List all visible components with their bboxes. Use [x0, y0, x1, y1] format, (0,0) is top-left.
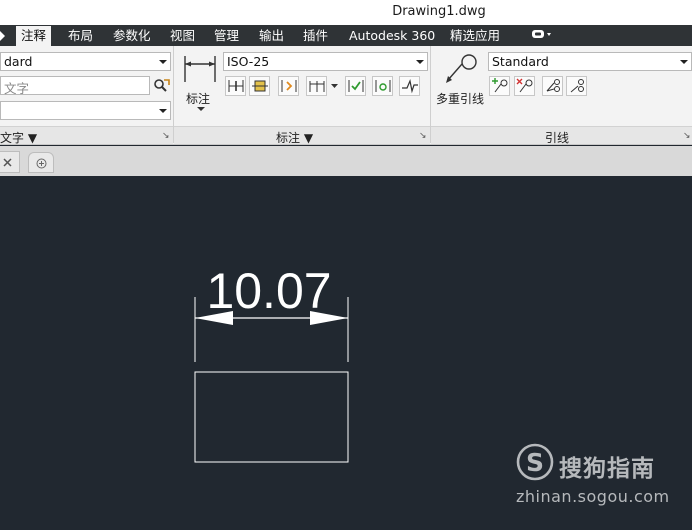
- collect-leaders-button[interactable]: [566, 76, 587, 96]
- multileader-style-select[interactable]: Standard: [488, 52, 692, 71]
- text-style-value: dard: [4, 54, 33, 69]
- ribbon-tab-bar: 注释 布局 参数化 视图 管理 输出 插件 Autodesk 360 精选应用: [0, 25, 692, 46]
- sogou-logo-icon: S: [516, 443, 554, 481]
- tab-view[interactable]: 视图: [170, 25, 195, 46]
- close-drawing-tab-button[interactable]: [0, 151, 20, 173]
- linear-dimension-icon[interactable]: [183, 52, 217, 86]
- tab-featured-apps[interactable]: 精选应用: [450, 25, 500, 46]
- tab-annotate[interactable]: 注释: [16, 26, 52, 46]
- leader-panel-footer[interactable]: 引线 ↘: [431, 126, 692, 145]
- leader-panel-launcher-icon[interactable]: ↘: [683, 131, 691, 141]
- chevron-down-icon[interactable]: [197, 107, 205, 112]
- find-text-input[interactable]: 文字: [0, 76, 150, 96]
- text-panel-footer[interactable]: 文字 ▼ ↘: [0, 126, 173, 145]
- tab-plugins[interactable]: 插件: [303, 25, 328, 46]
- chevron-down-icon: [159, 109, 167, 113]
- document-tab-strip: [0, 146, 692, 176]
- plus-icon: [36, 158, 47, 169]
- tab-output[interactable]: 输出: [259, 25, 284, 46]
- align-leaders-button[interactable]: [542, 76, 563, 96]
- dim-inspect-button[interactable]: [278, 76, 299, 96]
- multileader-style-value: Standard: [492, 54, 549, 69]
- text-height-select[interactable]: [0, 101, 171, 120]
- close-icon: [3, 158, 12, 167]
- remove-leader-button[interactable]: [514, 76, 535, 96]
- dim-break-icon: [228, 80, 244, 92]
- document-title: Drawing1.dwg: [392, 4, 486, 19]
- tab-manage[interactable]: 管理: [214, 25, 239, 46]
- multileader-button-label[interactable]: 多重引线: [436, 90, 484, 107]
- dimension-style-select[interactable]: ISO-25: [223, 52, 428, 71]
- tab-options-dropdown-icon[interactable]: [532, 29, 554, 41]
- dim-adjust-space-icon: [252, 80, 268, 92]
- dimension-panel-footer[interactable]: 标注 ▼ ↘: [174, 126, 430, 145]
- dimension-text[interactable]: 10.07: [206, 263, 331, 319]
- watermark-url: zhinan.sogou.com: [516, 487, 670, 506]
- dim-adjust-space-button[interactable]: [249, 76, 270, 96]
- dim-update-icon: [348, 80, 364, 92]
- watermark-brand: 搜狗指南: [559, 456, 655, 482]
- tab-autodesk-360[interactable]: Autodesk 360: [349, 25, 435, 46]
- remove-leader-icon: [516, 78, 533, 93]
- ribbon-panels: dard 文字 文字 ▼ ↘ 标注 ISO-25 标注 ▼ ↘ 多重引线 Sta…: [0, 46, 692, 145]
- dim-reassociate-button[interactable]: [372, 76, 393, 96]
- align-leaders-icon: [546, 79, 560, 92]
- find-replace-icon[interactable]: [153, 78, 171, 94]
- dim-break-button[interactable]: [225, 76, 246, 96]
- chevron-down-icon[interactable]: [331, 84, 338, 89]
- chevron-down-icon: [159, 60, 167, 64]
- sogou-logo-letter: S: [526, 448, 544, 477]
- text-panel-launcher-icon[interactable]: ↘: [162, 131, 170, 141]
- title-bar: Drawing1.dwg: [0, 0, 692, 25]
- dimension-button-label[interactable]: 标注: [186, 90, 210, 107]
- new-drawing-tab-button[interactable]: [28, 152, 54, 173]
- rectangle-object[interactable]: [194, 371, 349, 463]
- text-style-select[interactable]: dard: [0, 52, 171, 71]
- chevron-down-icon: [416, 60, 424, 64]
- dim-jog-icon: [402, 78, 418, 94]
- leader-panel-title: 引线: [545, 131, 570, 145]
- tab-parametric[interactable]: 参数化: [113, 25, 151, 46]
- multileader-icon[interactable]: [443, 53, 479, 85]
- dim-inspect-icon: [281, 80, 297, 92]
- dimension-style-value: ISO-25: [227, 54, 270, 69]
- find-text-placeholder: 文字: [4, 81, 30, 96]
- dim-update-button[interactable]: [345, 76, 366, 96]
- dim-reassociate-icon: [375, 80, 391, 92]
- text-panel-title: 文字 ▼: [0, 131, 38, 145]
- dim-continue-icon: [309, 81, 325, 92]
- add-leader-icon: [492, 78, 508, 93]
- chevron-down-icon: [680, 60, 688, 64]
- collect-leaders-icon: [570, 79, 584, 93]
- dim-jog-button[interactable]: [399, 76, 420, 96]
- add-leader-button[interactable]: [489, 76, 510, 96]
- tab-bar-edge-icon: [0, 31, 5, 41]
- dimension-panel-launcher-icon[interactable]: ↘: [419, 131, 427, 141]
- dim-continue-button[interactable]: [306, 76, 327, 96]
- tab-layout[interactable]: 布局: [68, 25, 93, 46]
- dimension-panel-title: 标注 ▼: [276, 131, 314, 145]
